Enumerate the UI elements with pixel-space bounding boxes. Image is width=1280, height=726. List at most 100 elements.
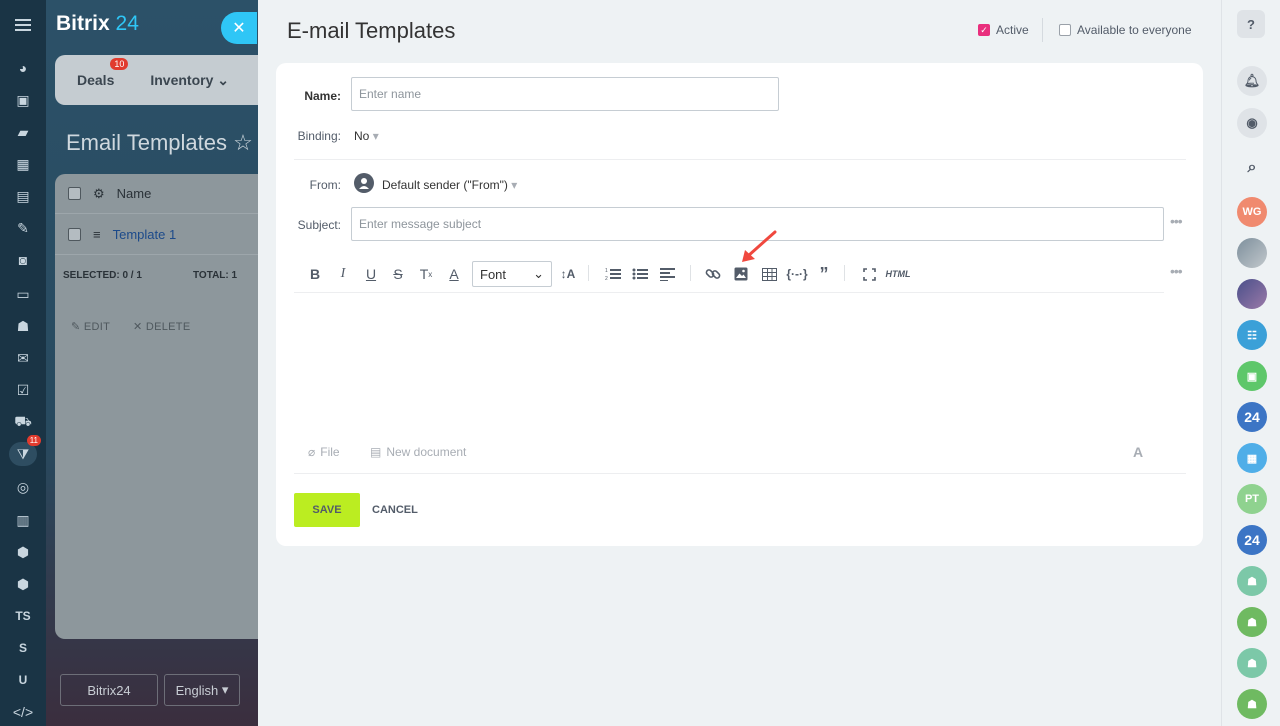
gear-icon[interactable]: ⚙ [93,186,105,202]
table-icon[interactable] [760,263,778,285]
bot-icon[interactable]: ◙ [9,248,37,272]
toolbar-divider-line [294,292,1164,293]
group-icon-2[interactable]: ☗ [1237,607,1267,637]
calendar-chat-icon[interactable]: ▦ [1237,443,1267,473]
group-icon-3[interactable]: ☗ [1237,648,1267,678]
code-icon[interactable]: {·-·} [786,263,808,285]
bitrix24-icon-2[interactable]: 24 [1237,525,1267,555]
left-navigation-rail: ◕ ▣ ▰ ▦ ▤ ✎ ◙ ▭ ☗ ✉ ☑ ⛟ ⧩ 11 ◎ ▥ ⬢ ⬢ TS S… [0,0,46,726]
text-color-icon[interactable]: A [447,263,461,285]
avatar[interactable]: PT [1237,484,1267,514]
from-select[interactable]: Default sender ("From") ▾ [382,178,517,192]
active-checkbox[interactable]: ✓ [978,24,990,36]
target-icon[interactable]: ◎ [9,475,37,499]
crm-filter-icon[interactable]: ⧩ 11 [9,435,41,466]
caret-icon: ▾ [221,682,229,697]
star-icon[interactable]: ☆ [233,130,253,155]
fullscreen-icon[interactable] [860,263,878,285]
inbox-icon[interactable]: ▭ [9,282,37,306]
insert-image-icon[interactable] [732,263,750,285]
subject-more-icon[interactable]: ••• [1170,213,1183,229]
tab-deals[interactable]: Deals 10 [77,58,129,88]
list-header: ⚙ Name [55,174,258,214]
underline-icon[interactable]: U [364,263,378,285]
messages-icon[interactable]: ◉ [1237,108,1267,138]
code-icon[interactable]: </> [9,700,37,724]
clear-format-icon[interactable]: Tx [418,263,434,285]
avatar-photo[interactable] [1237,238,1267,268]
ordered-list-icon[interactable]: 12 [604,263,622,285]
available-to-everyone-toggle[interactable]: Available to everyone [1059,23,1192,37]
template-link[interactable]: Template 1 [113,227,177,242]
cart-icon[interactable]: ⛟ [9,410,37,434]
feed-icon[interactable]: ◕ [9,56,37,80]
template-form-card: Name: Enter name Binding: No ▾ From: Def… [276,63,1203,546]
checklist-icon[interactable]: ☑ [9,378,37,402]
from-label: From: [309,178,341,192]
new-document-button[interactable]: ▤ New document [370,445,466,459]
select-all-checkbox[interactable] [68,187,81,200]
mail-icon[interactable]: ✉ [9,346,37,370]
tab-inventory[interactable]: Inventory ⌄ [150,72,229,89]
id-card-icon[interactable]: ▥ [9,508,37,532]
bitrix24-icon[interactable]: 24 [1237,402,1267,432]
menu-icon[interactable] [9,13,37,37]
avatar-photo-2[interactable] [1237,279,1267,309]
bullet-list-icon[interactable] [631,263,649,285]
bitrix-logo-button[interactable]: Bitrix24 [60,674,158,706]
background-app: Bitrix 24 ✕ Deals 10 Inventory ⌄ Email T… [46,0,258,726]
caret-icon: ▾ [511,178,518,192]
link-icon[interactable] [704,263,722,285]
name-input[interactable]: Enter name [351,77,779,111]
font-select[interactable]: Font ⌄ [472,261,552,287]
cube-icon[interactable]: ⬢ [9,540,37,564]
everyone-checkbox[interactable] [1059,24,1071,36]
edit-button[interactable]: ✎ EDIT [71,320,110,333]
font-size-icon[interactable]: ↕A [558,263,578,285]
table-row[interactable]: ≡ Template 1 [55,215,258,255]
align-icon[interactable] [659,263,677,285]
active-toggle[interactable]: ✓ Active [978,23,1029,37]
footer-bar: Bitrix24 English ▾ [60,674,240,706]
attach-file-button[interactable]: ⌀ File [308,445,340,459]
group-icon[interactable]: ☗ [1237,566,1267,596]
delete-button[interactable]: ✕ DELETE [133,320,190,333]
header-divider [1042,18,1043,42]
signature-icon[interactable]: ✎ [9,216,37,240]
contacts-icon[interactable]: ☗ [9,314,37,338]
notification-bell-icon[interactable]: 🔔︎ [1237,66,1267,96]
quote-icon[interactable]: ” [816,263,832,285]
open-lines-icon[interactable]: ▣ [1237,361,1267,391]
group-chat-icon[interactable]: ☷ [1237,320,1267,350]
group-icon-4[interactable]: ☗ [1237,689,1267,719]
avatar[interactable]: WG [1237,197,1267,227]
binding-select[interactable]: No ▾ [354,129,379,143]
row-checkbox[interactable] [68,228,81,241]
toolbar-more-icon[interactable]: ••• [1170,263,1183,279]
cancel-button[interactable]: CANCEL [372,504,418,516]
cube-icon-2[interactable]: ⬢ [9,572,37,596]
row-menu-icon[interactable]: ≡ [93,227,101,242]
chat-icon[interactable]: ▰ [9,120,37,144]
rail-item-s[interactable]: S [9,636,37,660]
close-panel-button[interactable]: ✕ [221,12,257,44]
binding-label: Binding: [297,129,341,143]
save-button[interactable]: SAVE [294,493,360,527]
italic-icon[interactable]: I [336,263,350,285]
calendar-icon[interactable]: ▦ [9,152,37,176]
language-select[interactable]: English ▾ [164,674,240,706]
toolbar-divider [844,265,845,281]
rail-item-u[interactable]: U [9,668,37,692]
document-icon[interactable]: ▤ [9,184,37,208]
rail-item-ts[interactable]: TS [9,604,37,628]
message-body-editor[interactable] [294,294,1164,434]
bold-icon[interactable]: B [308,263,322,285]
html-mode-button[interactable]: HTML [886,263,911,285]
strikethrough-icon[interactable]: S [391,263,405,285]
tasks-icon[interactable]: ▣ [9,88,37,112]
sender-avatar-icon [354,173,374,193]
divider [294,159,1186,160]
text-format-icon[interactable]: A [1133,444,1143,460]
help-icon[interactable]: ? [1237,10,1265,38]
search-icon[interactable]: ⌕ [1237,153,1267,183]
